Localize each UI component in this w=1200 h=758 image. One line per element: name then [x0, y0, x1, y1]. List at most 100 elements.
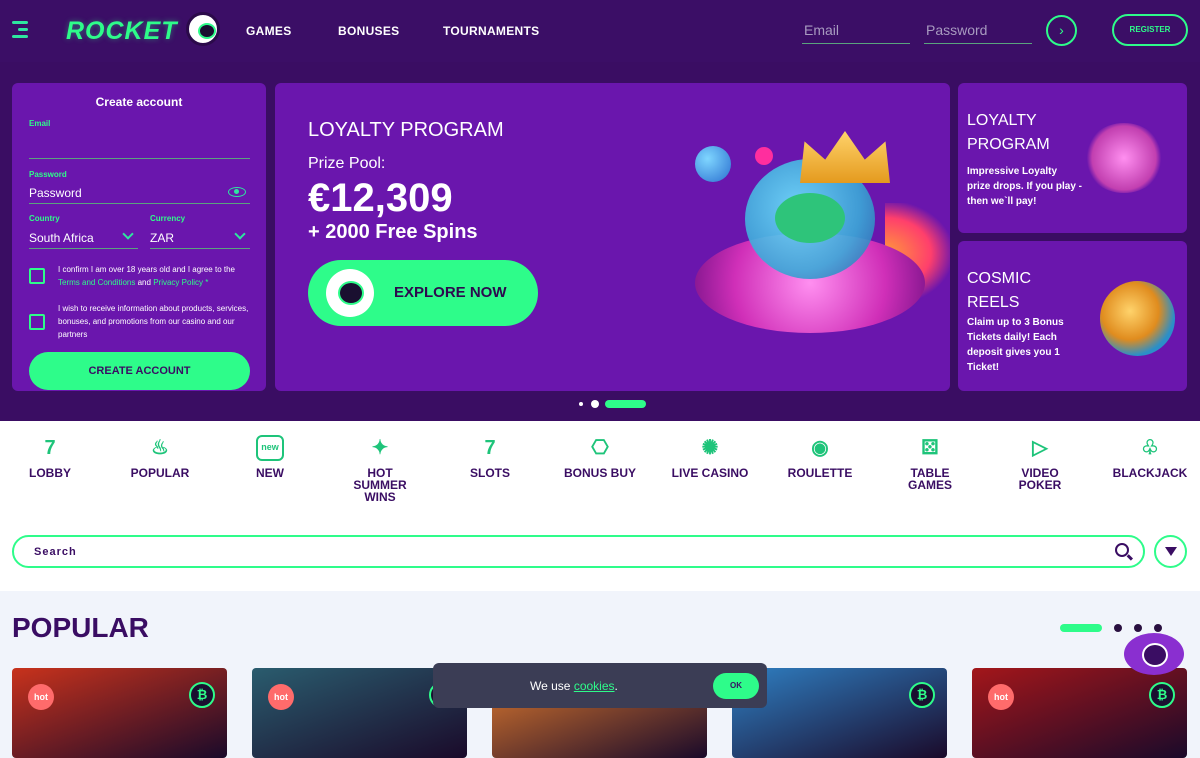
roulette-icon: ◉	[811, 437, 829, 459]
logo[interactable]: ROCKET	[66, 17, 178, 46]
category-label: SLOTS	[469, 466, 510, 480]
category-label: VIDEO POKER	[1018, 466, 1062, 492]
lobby-icon: 7	[44, 437, 56, 459]
create-account-title: Create account	[95, 95, 183, 109]
bitcoin-icon: ₿	[909, 682, 935, 708]
cookie-period: .	[614, 679, 618, 693]
page-dot[interactable]	[1114, 624, 1122, 632]
cookie-ok-button[interactable]: OK	[713, 673, 759, 699]
currency-select[interactable]: ZAR	[150, 227, 250, 249]
register-button[interactable]: REGISTER	[1112, 14, 1188, 46]
crown-illustration	[800, 131, 890, 183]
astronaut-logo-icon	[186, 12, 220, 46]
search-icon[interactable]	[1115, 543, 1129, 557]
cookie-message: We use cookies.	[530, 679, 618, 693]
login-arrow-button[interactable]: ›	[1046, 15, 1077, 46]
create-account-button[interactable]: CREATE ACCOUNT	[29, 352, 250, 390]
category-label: ROULETTE	[787, 466, 853, 480]
category-roulette[interactable]: ◉ ROULETTE	[770, 435, 870, 479]
game-tile[interactable]: hot ₿	[12, 668, 227, 758]
age-terms-checkbox[interactable]	[29, 268, 45, 284]
hero-banner[interactable]: LOYALTY PROGRAM Prize Pool: €12,309 + 20…	[275, 83, 950, 391]
search-input[interactable]	[34, 544, 1034, 560]
flame-icon: ♨	[151, 437, 169, 459]
email-field[interactable]	[29, 137, 250, 159]
filter-icon[interactable]	[1154, 535, 1187, 568]
category-blackjack[interactable]: ♧ BLACKJACK	[1100, 435, 1200, 479]
terms-link[interactable]: Terms and Conditions	[58, 278, 135, 287]
required-asterisk: *	[205, 278, 209, 287]
category-popular[interactable]: ♨ POPULAR	[110, 435, 210, 479]
category-label: POPULAR	[130, 466, 190, 480]
promo-card-cosmic-reels[interactable]: COSMIC REELS Claim up to 3 Bonus Tickets …	[958, 241, 1187, 391]
hero-title: LOYALTY PROGRAM	[308, 119, 504, 141]
category-label: LOBBY	[29, 466, 71, 480]
category-video-poker[interactable]: ▷ VIDEO POKER	[990, 435, 1090, 491]
play-icon: ▷	[1032, 437, 1048, 459]
explore-now-label: EXPLORE NOW	[394, 284, 507, 301]
page-dot-active[interactable]	[1060, 624, 1102, 632]
carousel-dot-active[interactable]	[605, 400, 646, 408]
game-tile[interactable]: hot ₿	[972, 668, 1187, 758]
category-label: BONUS BUY	[563, 466, 636, 480]
astronaut-icon	[326, 269, 374, 317]
currency-value: ZAR	[150, 231, 174, 245]
promo-title-line-2: PROGRAM	[967, 136, 1050, 153]
category-label: HOT SUMMER WINS	[353, 466, 407, 504]
password-field[interactable]	[29, 182, 250, 204]
popular-section-title: POPULAR	[12, 612, 149, 643]
carousel-dot[interactable]	[591, 400, 599, 408]
cookie-text: We use	[530, 679, 571, 693]
promo-title-line-1: LOYALTY	[967, 112, 1037, 129]
promo-card-loyalty[interactable]: LOYALTY PROGRAM Impressive Loyalty prize …	[958, 83, 1187, 233]
and-text: and	[137, 278, 151, 287]
category-label: LIVE CASINO	[671, 466, 749, 480]
pink-planet-illustration	[755, 147, 773, 165]
cookie-banner: We use cookies. OK	[433, 663, 767, 708]
category-label: NEW	[256, 466, 284, 480]
club-icon: ♧	[1141, 437, 1159, 459]
top-nav: ROCKET GAMES BONUSES TOURNAMENTS › REGIS…	[0, 0, 1200, 62]
email-label: Email	[29, 119, 51, 128]
gift-icon: ⎔	[591, 437, 609, 459]
country-select[interactable]: South Africa	[29, 227, 138, 249]
category-table-games[interactable]: ⚄ TABLE GAMES	[880, 435, 980, 491]
category-new[interactable]: new NEW	[220, 435, 320, 479]
category-label: TABLE GAMES	[907, 466, 952, 492]
hot-badge: hot	[268, 684, 294, 710]
page-dot[interactable]	[1154, 624, 1162, 632]
spaceship-thumbnail	[1084, 123, 1164, 193]
category-live-casino[interactable]: ✺ LIVE CASINO	[660, 435, 760, 479]
header-email-input[interactable]	[802, 16, 910, 44]
support-headset-icon[interactable]	[1124, 633, 1184, 675]
nav-bonuses[interactable]: BONUSES	[338, 24, 399, 38]
menu-icon[interactable]	[12, 21, 28, 39]
alien-illustration	[775, 193, 845, 243]
category-slots[interactable]: 7 SLOTS	[440, 435, 540, 479]
category-bonus-buy[interactable]: ⎔ BONUS BUY	[550, 435, 650, 479]
free-spins-text: + 2000 Free Spins	[308, 221, 478, 243]
promo-card-title: LOYALTY PROGRAM	[967, 109, 1050, 157]
carousel-dot[interactable]	[579, 402, 583, 406]
show-password-icon[interactable]	[228, 187, 246, 197]
explore-now-button[interactable]: EXPLORE NOW	[308, 260, 538, 326]
category-lobby[interactable]: 7 LOBBY	[0, 435, 100, 479]
chevron-down-icon	[122, 228, 134, 240]
party-popper-icon: ✦	[371, 437, 389, 459]
bitcoin-icon: ₿	[189, 682, 215, 708]
country-label: Country	[29, 214, 60, 223]
cookies-link[interactable]: cookies	[574, 679, 615, 693]
country-value: South Africa	[29, 231, 94, 245]
currency-label: Currency	[150, 214, 186, 223]
marketing-checkbox[interactable]	[29, 314, 45, 330]
header-password-input[interactable]	[924, 16, 1032, 44]
privacy-link[interactable]: Privacy Policy	[153, 278, 203, 287]
confirm-text: I confirm I am over 18 years old and I a…	[58, 265, 235, 274]
page-dot[interactable]	[1134, 624, 1142, 632]
nav-games[interactable]: GAMES	[246, 24, 292, 38]
promo-card-title: COSMIC REELS	[967, 267, 1031, 315]
category-hot-summer-wins[interactable]: ✦ HOT SUMMER WINS	[330, 435, 430, 503]
create-account-panel: Create account Email Password Country So…	[12, 83, 266, 391]
bitcoin-icon: ₿	[1149, 682, 1175, 708]
nav-tournaments[interactable]: TOURNAMENTS	[443, 24, 539, 38]
